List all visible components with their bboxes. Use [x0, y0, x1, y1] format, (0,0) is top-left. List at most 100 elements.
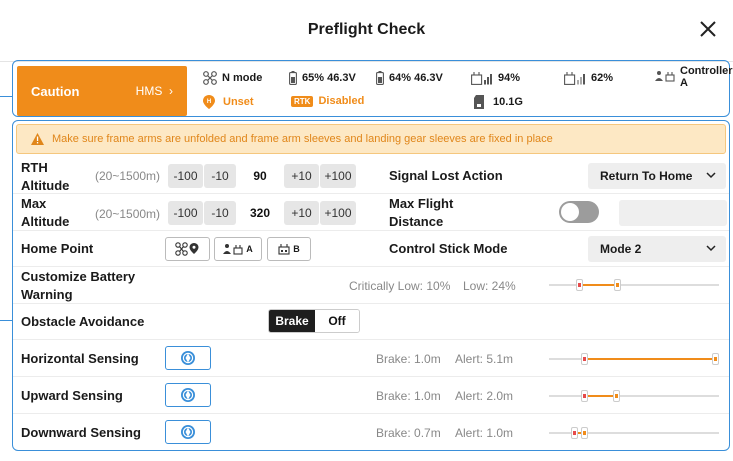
max-altitude-range: (20~1500m)	[95, 207, 161, 221]
max-minus-100-button[interactable]: -100	[168, 201, 203, 225]
battery-warning-label: Customize Battery Warning	[21, 269, 136, 302]
upward-sensing-button[interactable]	[165, 383, 211, 407]
signal1-text: 94%	[498, 72, 521, 84]
battery-warning-slider[interactable]	[549, 279, 719, 291]
alert-distance-text: Alert: 2.0m	[455, 389, 514, 403]
controller-a-label: A	[246, 244, 253, 254]
brake-distance-text: Brake: 1.0m	[376, 389, 441, 403]
storage-status: 10.1G	[474, 95, 523, 109]
warning-text: Make sure frame arms are unfolded and fr…	[52, 133, 553, 145]
flight-mode-text: N mode	[222, 72, 263, 84]
critical-low-thumb[interactable]	[576, 279, 584, 291]
max-distance-input[interactable]	[619, 200, 727, 226]
sd-card-icon	[474, 95, 484, 109]
radar-sensing-icon	[181, 388, 195, 402]
brake-thumb[interactable]	[580, 353, 588, 365]
chevron-down-icon	[706, 245, 716, 252]
max-minus-10-button[interactable]: -10	[204, 201, 236, 225]
controller-status: Controller A	[655, 65, 733, 89]
drone-icon	[203, 71, 217, 85]
battery2-status: 64% 46.3V	[376, 71, 443, 85]
rtk-badge: RTK	[291, 95, 314, 107]
max-distance-label: Max Flight Distance	[389, 196, 454, 229]
rth-plus-100-button[interactable]: +100	[320, 164, 356, 188]
max-plus-100-button[interactable]: +100	[320, 201, 356, 225]
page-title: Preflight Check	[307, 21, 426, 38]
obstacle-avoidance-label: Obstacle Avoidance	[21, 314, 145, 329]
alert-distance-text: Alert: 1.0m	[455, 426, 514, 440]
caution-button[interactable]: Caution HMS ›	[17, 66, 187, 116]
toggle-knob	[561, 203, 579, 221]
downward-sensing-button[interactable]	[165, 420, 211, 444]
annotation-line	[0, 96, 12, 97]
rth-minus-100-button[interactable]: -100	[168, 164, 203, 188]
close-icon[interactable]	[697, 18, 719, 40]
slider-fill	[587, 358, 712, 360]
low-battery-text: Low: 24%	[463, 279, 516, 293]
battery1-text: 65% 46.3V	[302, 72, 356, 84]
home-location-icon: H	[203, 95, 215, 109]
max-altitude-row: Max Altitude (20~1500m) -100 -10 320 +10 …	[13, 194, 729, 231]
controller-sub-text: A	[680, 77, 688, 89]
upward-sensing-slider[interactable]	[549, 390, 719, 402]
brake-distance-text: Brake: 0.7m	[376, 426, 441, 440]
signal-lost-value: Return To Home	[600, 169, 693, 183]
max-altitude-label: Max Altitude	[21, 196, 70, 229]
signal-lost-select[interactable]: Return To Home	[588, 163, 726, 189]
settings-panel: Make sure frame arms are unfolded and fr…	[12, 120, 730, 451]
alert-thumb[interactable]	[712, 353, 719, 365]
home-point-aircraft-button[interactable]	[165, 237, 210, 261]
home-point-controller-a-button[interactable]: A	[214, 237, 262, 261]
rth-altitude-row: RTH Altitude (20~1500m) -100 -10 90 +10 +…	[13, 158, 729, 194]
rtk-status-text: Disabled	[318, 95, 365, 107]
stick-mode-label: Control Stick Mode	[389, 241, 508, 256]
sensing-label: Upward Sensing	[21, 388, 123, 403]
brake-thumb[interactable]	[580, 390, 588, 402]
remote-controller-icon	[278, 244, 290, 255]
radar-sensing-icon	[181, 351, 195, 365]
downward-sensing-slider[interactable]	[549, 427, 719, 439]
annotation-line	[0, 320, 12, 321]
horizontal-sensing-button[interactable]	[165, 346, 211, 370]
stick-mode-select[interactable]: Mode 2	[588, 236, 726, 262]
rth-plus-10-button[interactable]: +10	[284, 164, 319, 188]
controller-text: Controller	[680, 65, 733, 77]
controller-icon	[655, 71, 675, 82]
controller-b-label: B	[293, 244, 300, 254]
signal-icon	[471, 72, 492, 85]
caution-label: Caution	[31, 84, 80, 99]
max-altitude-value[interactable]: 320	[242, 201, 278, 225]
rth-minus-10-button[interactable]: -10	[204, 164, 236, 188]
home-status-text: Unset	[223, 96, 254, 108]
signal2-status: 62%	[564, 71, 613, 85]
home-point-row: Home Point A B Control Stick Mode Mode 2	[13, 231, 729, 267]
off-option[interactable]: Off	[315, 310, 359, 332]
brake-option[interactable]: Brake	[269, 310, 315, 332]
sensing-label: Horizontal Sensing	[21, 351, 139, 366]
battery-warning-row: Customize Battery Warning Critically Low:…	[13, 267, 729, 304]
sensing-label: Downward Sensing	[21, 425, 141, 440]
rtk-status: RTK Disabled	[291, 95, 364, 107]
low-battery-thumb[interactable]	[614, 279, 622, 291]
dialog-header: Preflight Check	[0, 0, 733, 62]
max-plus-10-button[interactable]: +10	[284, 201, 319, 225]
alert-thumb[interactable]	[612, 390, 620, 402]
brake-thumb[interactable]	[571, 427, 579, 439]
home-point-controller-b-button[interactable]: B	[267, 237, 311, 261]
chevron-right-icon: ›	[169, 84, 173, 98]
battery-icon	[376, 71, 384, 85]
rth-altitude-label: RTH Altitude	[21, 160, 70, 193]
hms-link[interactable]: HMS ›	[136, 84, 173, 98]
home-point-status: H Unset	[203, 95, 254, 109]
horizontal-sensing-slider[interactable]	[549, 353, 719, 365]
max-distance-toggle[interactable]	[559, 201, 599, 223]
flight-mode-status: N mode	[203, 71, 262, 85]
battery1-status: 65% 46.3V	[289, 71, 356, 85]
alert-distance-text: Alert: 5.1m	[455, 352, 514, 366]
rth-altitude-value[interactable]: 90	[242, 164, 278, 188]
drone-home-icon	[174, 242, 198, 256]
alert-thumb[interactable]	[580, 427, 588, 439]
signal1-status: 94%	[471, 71, 520, 85]
slider-fill	[583, 284, 615, 286]
downward-sensing-row: Downward Sensing Brake: 0.7m Alert: 1.0m	[13, 414, 729, 450]
